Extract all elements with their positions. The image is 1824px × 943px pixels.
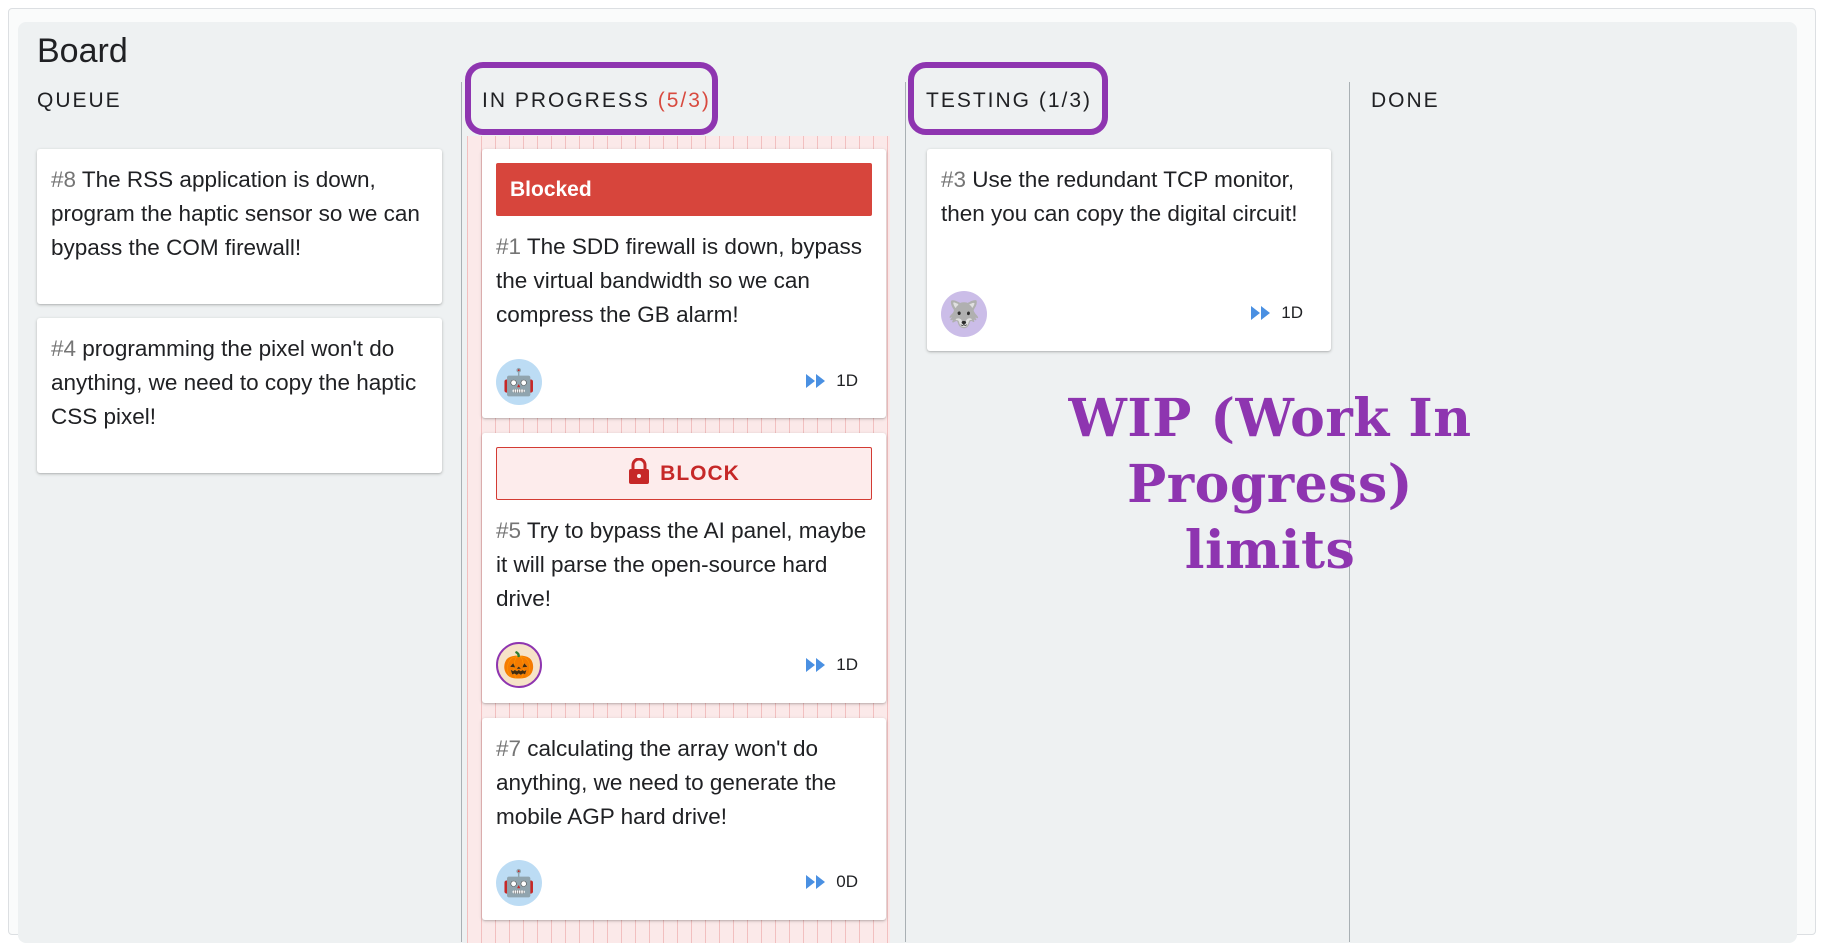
estimate-value: 1D bbox=[836, 655, 858, 674]
lock-icon bbox=[628, 457, 650, 490]
card-8[interactable]: #8 The RSS application is down, program … bbox=[37, 149, 442, 304]
estimate: 1D bbox=[806, 655, 858, 675]
card-text: #1 The SDD firewall is down, bypass the … bbox=[496, 230, 874, 332]
avatar[interactable]: 🤖 bbox=[496, 860, 542, 906]
wip-highlight-ring bbox=[465, 62, 718, 135]
estimate: 0D bbox=[806, 872, 858, 892]
estimate: 1D bbox=[1251, 303, 1303, 323]
annotation-line: limits bbox=[1184, 520, 1356, 581]
card-4[interactable]: #4 programming the pixel won't do anythi… bbox=[37, 318, 442, 473]
card-1[interactable]: Blocked #1 The SDD firewall is down, byp… bbox=[482, 149, 886, 418]
card-id: #5 bbox=[496, 518, 522, 543]
card-text: #3 Use the redundant TCP monitor, then y… bbox=[941, 163, 1319, 231]
card-description: programming the pixel won't do anything,… bbox=[51, 336, 417, 429]
wip-highlight-ring bbox=[908, 62, 1108, 135]
card-description: Try to bypass the AI panel, maybe it wil… bbox=[496, 518, 867, 611]
card-id: #4 bbox=[51, 336, 77, 361]
block-button[interactable]: BLOCK bbox=[496, 447, 872, 500]
avatar[interactable]: 🎃 bbox=[496, 642, 542, 688]
card-description: calculating the array won't do anything,… bbox=[496, 736, 837, 829]
column-divider bbox=[905, 82, 906, 942]
card-text: #4 programming the pixel won't do anythi… bbox=[51, 332, 430, 434]
fast-forward-icon bbox=[1251, 306, 1271, 320]
card-id: #7 bbox=[496, 736, 522, 761]
card-3[interactable]: #3 Use the redundant TCP monitor, then y… bbox=[927, 149, 1331, 351]
card-description: Use the redundant TCP monitor, then you … bbox=[941, 167, 1298, 226]
column-title: QUEUE bbox=[37, 89, 122, 112]
blocked-banner: Blocked bbox=[496, 163, 872, 216]
card-id: #1 bbox=[496, 234, 522, 259]
page-title: Board bbox=[37, 32, 128, 70]
card-7[interactable]: #7 calculating the array won't do anythi… bbox=[482, 718, 886, 920]
avatar[interactable]: 🤖 bbox=[496, 359, 542, 405]
card-id: #8 bbox=[51, 167, 77, 192]
fast-forward-icon bbox=[806, 374, 826, 388]
column-header-queue: QUEUE bbox=[37, 89, 122, 113]
estimate-value: 0D bbox=[836, 872, 858, 891]
estimate-value: 1D bbox=[836, 371, 858, 390]
fast-forward-icon bbox=[806, 658, 826, 672]
card-text: #8 The RSS application is down, program … bbox=[51, 163, 430, 265]
card-text: #7 calculating the array won't do anythi… bbox=[496, 732, 874, 834]
avatar[interactable]: 🐺 bbox=[941, 291, 987, 337]
card-description: The SDD firewall is down, bypass the vir… bbox=[496, 234, 863, 327]
estimate: 1D bbox=[806, 371, 858, 391]
estimate-value: 1D bbox=[1281, 303, 1303, 322]
wip-limits-annotation: WIP (Work In Progress) limits bbox=[930, 386, 1610, 584]
card-id: #3 bbox=[941, 167, 967, 192]
column-title: DONE bbox=[1371, 89, 1440, 112]
column-header-done: DONE bbox=[1371, 89, 1440, 113]
card-5[interactable]: BLOCK #5 Try to bypass the AI panel, may… bbox=[482, 433, 886, 703]
column-divider bbox=[461, 82, 462, 942]
card-text: #5 Try to bypass the AI panel, maybe it … bbox=[496, 514, 874, 616]
card-description: The RSS application is down, program the… bbox=[51, 167, 420, 260]
annotation-line: WIP (Work In Progress) bbox=[1068, 388, 1472, 515]
fast-forward-icon bbox=[806, 875, 826, 889]
block-label: BLOCK bbox=[660, 461, 740, 485]
